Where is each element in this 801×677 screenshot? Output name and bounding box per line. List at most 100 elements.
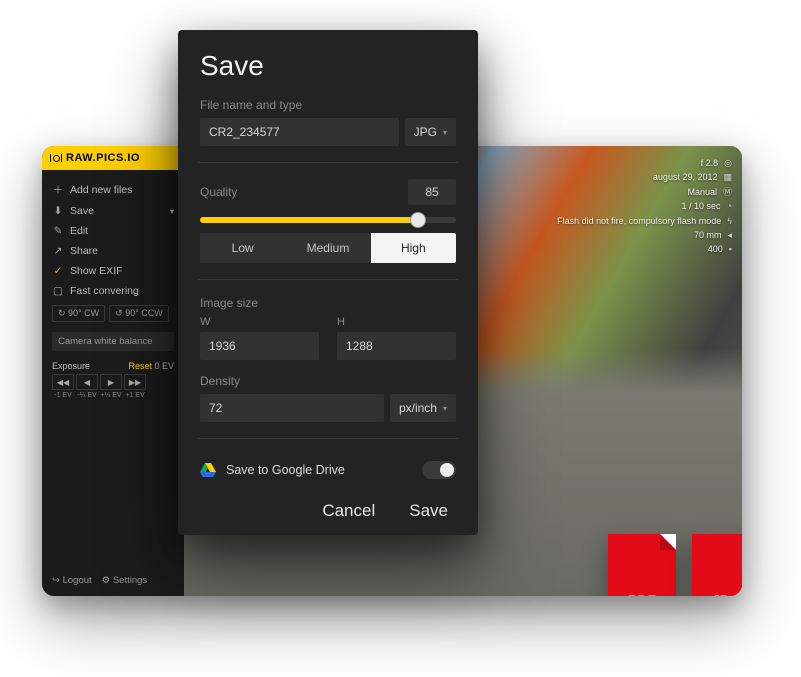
chevron-down-icon: ▾ bbox=[443, 128, 447, 137]
ev-minus-1-button[interactable]: ◀◀ bbox=[52, 374, 74, 390]
preset-high[interactable]: High bbox=[371, 233, 456, 263]
modal-title: Save bbox=[200, 50, 456, 82]
density-label: Density bbox=[200, 374, 456, 388]
sidebar-item-add[interactable]: ＋ Add new files bbox=[42, 178, 184, 201]
sidebar-item-label: Edit bbox=[70, 225, 88, 237]
aperture-icon: ◎ bbox=[724, 156, 732, 170]
height-label: H bbox=[337, 316, 456, 328]
quality-label: Quality bbox=[200, 185, 237, 199]
ev-label: -⅓ EV bbox=[76, 392, 98, 399]
mode-icon: Ⓜ bbox=[723, 185, 732, 199]
divider bbox=[198, 162, 458, 163]
sidebar-footer: ↪ Logout ⚙ Settings bbox=[52, 575, 147, 586]
pencil-icon: ✎ bbox=[52, 225, 64, 237]
exif-focal: 70 mm bbox=[694, 228, 722, 242]
google-drive-toggle[interactable] bbox=[422, 461, 456, 479]
density-input[interactable] bbox=[200, 394, 384, 422]
check-icon: ✓ bbox=[52, 265, 64, 277]
sidebar-item-label: Share bbox=[70, 245, 98, 257]
height-input[interactable] bbox=[337, 332, 456, 360]
save-button[interactable]: Save bbox=[409, 501, 448, 521]
exif-aperture: f 2.8 bbox=[701, 156, 719, 170]
ev-label: -1 EV bbox=[52, 392, 74, 399]
clock-icon: ◔ bbox=[727, 199, 732, 213]
ev-label: +⅓ EV bbox=[100, 392, 122, 399]
chevron-down-icon: ▾ bbox=[443, 404, 447, 413]
square-icon: ▢ bbox=[52, 285, 64, 297]
iso-icon: ▪ bbox=[729, 242, 732, 256]
slider-fill bbox=[200, 217, 418, 223]
density-unit-value: px/inch bbox=[399, 401, 437, 415]
google-drive-row: Save to Google Drive bbox=[200, 455, 456, 479]
focal-icon: ◂ bbox=[727, 228, 732, 242]
google-drive-icon bbox=[200, 463, 216, 477]
sidebar-item-share[interactable]: ↗ Share bbox=[42, 241, 184, 261]
sidebar-item-edit[interactable]: ✎ Edit bbox=[42, 221, 184, 241]
exif-iso: 400 bbox=[708, 242, 723, 256]
quality-value[interactable]: 85 bbox=[408, 179, 456, 205]
exif-overlay: f 2.8◎ august 29, 2012▦ ManualⓂ 1 / 10 s… bbox=[557, 156, 732, 257]
sidebar-list: ＋ Add new files ⬇ Save ▾ ✎ Edit ↗ Share ✓ Show… bbox=[42, 170, 184, 301]
divider bbox=[198, 279, 458, 280]
file-badges: PDF JPG bbox=[608, 534, 742, 596]
exposure-value: 0 EV bbox=[154, 361, 174, 371]
brand-icon bbox=[50, 154, 62, 162]
logout-button[interactable]: ↪ Logout bbox=[52, 575, 92, 586]
sidebar-item-label: Fast convering bbox=[70, 285, 139, 297]
modal-actions: Cancel Save bbox=[200, 501, 456, 521]
width-input[interactable] bbox=[200, 332, 319, 360]
logout-label: Logout bbox=[63, 575, 92, 586]
exif-date: august 29, 2012 bbox=[653, 170, 718, 184]
rotate-ccw-button[interactable]: ↺ 90° CCW bbox=[109, 305, 169, 322]
share-icon: ↗ bbox=[52, 245, 64, 257]
sidebar-item-label: Save bbox=[70, 205, 94, 217]
flash-icon: ϟ bbox=[727, 214, 732, 228]
exposure-buttons: ◀◀ ◀ ▶ ▶▶ bbox=[52, 374, 174, 390]
jpg-badge: JPG bbox=[692, 534, 742, 596]
filetype-value: JPG bbox=[414, 125, 437, 139]
white-balance-select[interactable]: Camera white balance bbox=[52, 332, 174, 351]
image-size-label: Image size bbox=[200, 296, 456, 310]
ev-label: +1 EV bbox=[124, 392, 146, 399]
jpg-label: JPG bbox=[712, 592, 740, 596]
brand-badge: RAW.PICS.IO bbox=[42, 146, 184, 170]
quality-slider[interactable] bbox=[200, 217, 456, 223]
save-modal: Save File name and type JPG ▾ Quality 85… bbox=[178, 30, 478, 535]
ev-plus-1-button[interactable]: ▶▶ bbox=[124, 374, 146, 390]
plus-icon: ＋ bbox=[52, 182, 64, 197]
sidebar-item-label: Show EXIF bbox=[70, 265, 123, 277]
exif-shutter: 1 / 10 sec bbox=[682, 199, 721, 213]
pdf-label: PDF bbox=[628, 592, 656, 596]
width-label: W bbox=[200, 316, 319, 328]
preset-medium[interactable]: Medium bbox=[285, 233, 370, 263]
exif-mode: Manual bbox=[687, 185, 717, 199]
settings-label: Settings bbox=[113, 575, 147, 586]
sidebar-item-save[interactable]: ⬇ Save ▾ bbox=[42, 201, 184, 221]
quality-preset-segment: Low Medium High bbox=[200, 233, 456, 263]
filename-input[interactable] bbox=[200, 118, 399, 146]
toggle-knob bbox=[440, 463, 454, 477]
download-icon: ⬇ bbox=[52, 205, 64, 217]
slider-thumb[interactable] bbox=[410, 212, 426, 228]
ev-minus-third-button[interactable]: ◀ bbox=[76, 374, 98, 390]
pdf-badge: PDF bbox=[608, 534, 676, 596]
settings-button[interactable]: ⚙ Settings bbox=[102, 575, 147, 586]
filetype-select[interactable]: JPG ▾ bbox=[405, 118, 456, 146]
sidebar-item-fast[interactable]: ▢ Fast convering bbox=[42, 281, 184, 301]
ev-plus-third-button[interactable]: ▶ bbox=[100, 374, 122, 390]
exposure-reset-button[interactable]: Reset bbox=[128, 361, 152, 371]
chevron-down-icon: ▾ bbox=[170, 207, 174, 216]
brand-text: RAW.PICS.IO bbox=[66, 152, 140, 164]
preset-low[interactable]: Low bbox=[200, 233, 285, 263]
exposure-control: Exposure Reset 0 EV ◀◀ ◀ ▶ ▶▶ -1 EV -⅓ E… bbox=[42, 357, 184, 403]
filename-label: File name and type bbox=[200, 98, 456, 112]
cancel-button[interactable]: Cancel bbox=[322, 501, 375, 521]
exif-flash: Flash did not fire, compulsory flash mod… bbox=[557, 214, 721, 228]
rotate-cw-button[interactable]: ↻ 90° CW bbox=[52, 305, 105, 322]
sidebar-item-exif[interactable]: ✓ Show EXIF bbox=[42, 261, 184, 281]
rotate-controls: ↻ 90° CW ↺ 90° CCW bbox=[42, 301, 184, 326]
sidebar-item-label: Add new files bbox=[70, 184, 132, 196]
density-unit-select[interactable]: px/inch ▾ bbox=[390, 394, 456, 422]
exposure-label: Exposure bbox=[52, 361, 90, 371]
sidebar: RAW.PICS.IO ＋ Add new files ⬇ Save ▾ ✎ Edit … bbox=[42, 146, 184, 596]
